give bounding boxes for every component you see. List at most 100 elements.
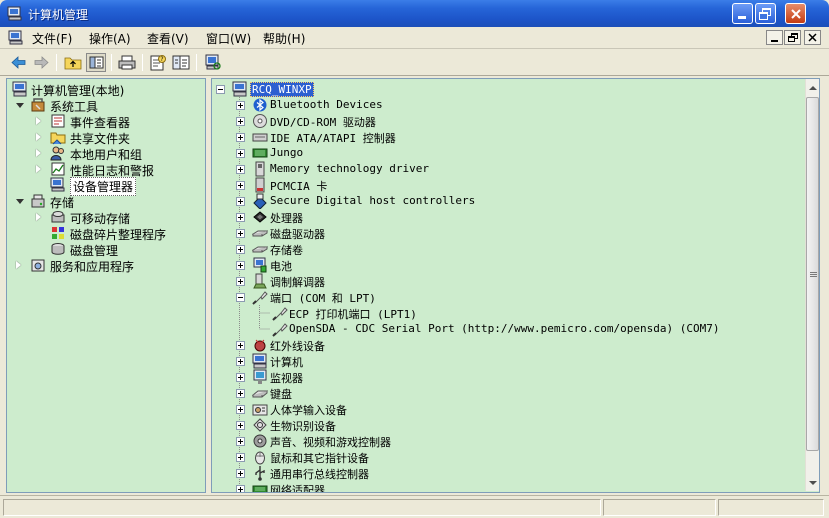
tree-node-dvd-cdrom-drives[interactable]: DVD/CD-ROM 驱动器 — [215, 113, 795, 129]
expand-arrow-icon[interactable] — [36, 213, 41, 221]
mdi-minimize-button[interactable] — [766, 30, 783, 45]
tree-node-device-manager[interactable]: 设备管理器 — [10, 177, 200, 196]
toolbar-separator — [196, 54, 197, 71]
print-icon[interactable] — [117, 53, 137, 72]
minimize-button[interactable] — [732, 3, 753, 24]
tree-node-storage[interactable]: 存储 — [10, 193, 200, 210]
tree-node-shared-folders[interactable]: 共享文件夹 — [10, 129, 200, 146]
menu-window[interactable]: 窗口(W) — [206, 30, 251, 47]
network-adapter-icon — [252, 485, 268, 492]
help-pane-icon[interactable] — [171, 53, 191, 72]
collapse-arrow-icon[interactable] — [16, 103, 24, 108]
tree-node-human-interface-devices[interactable]: 人体学输入设备 — [215, 401, 795, 417]
mdi-close-button[interactable] — [804, 30, 821, 45]
expand-arrow-icon[interactable] — [36, 133, 41, 141]
expand-box-icon[interactable] — [236, 485, 245, 492]
device-tree-pane[interactable]: RCQ_WINXP Bluetooth Devices DVD/CD-ROM 驱动… — [211, 78, 820, 493]
expand-box-icon[interactable] — [236, 181, 245, 190]
collapse-box-icon[interactable] — [236, 293, 245, 302]
tree-node-monitors[interactable]: 监视器 — [215, 369, 795, 385]
expand-box-icon[interactable] — [236, 245, 245, 254]
scan-hardware-icon[interactable] — [203, 53, 223, 72]
expand-box-icon[interactable] — [236, 101, 245, 110]
properties-icon[interactable]: ? — [148, 53, 168, 72]
tree-node-ecp-printer-port[interactable]: ECP 打印机端口 (LPT1) — [215, 305, 795, 321]
expand-box-icon[interactable] — [236, 213, 245, 222]
expand-box-icon[interactable] — [236, 229, 245, 238]
tree-node-mice-pointing-devices[interactable]: 鼠标和其它指针设备 — [215, 449, 795, 465]
menu-file[interactable]: 文件(F) — [32, 30, 72, 47]
expand-arrow-icon[interactable] — [36, 165, 41, 173]
tree-node-performance-logs[interactable]: 性能日志和警报 — [10, 161, 200, 178]
expand-box-icon[interactable] — [236, 373, 245, 382]
scroll-down-arrow-icon[interactable] — [806, 476, 820, 490]
expand-box-icon[interactable] — [236, 357, 245, 366]
expand-arrow-icon[interactable] — [36, 149, 41, 157]
back-arrow-icon[interactable] — [9, 53, 29, 72]
tree-node-network-adapters[interactable]: 网络适配器 — [215, 481, 795, 492]
expand-box-icon[interactable] — [236, 453, 245, 462]
services-applications-icon — [31, 259, 45, 272]
tree-node-sound-video-game-controllers[interactable]: 声音、视频和游戏控制器 — [215, 433, 795, 449]
up-one-level-icon[interactable] — [63, 53, 83, 72]
tree-node-usb-controllers[interactable]: 通用串行总线控制器 — [215, 465, 795, 481]
tree-node-processors[interactable]: 处理器 — [215, 209, 795, 225]
tree-node-biometric-devices[interactable]: 生物识别设备 — [215, 417, 795, 433]
close-button[interactable] — [785, 3, 806, 24]
tree-node-removable-storage[interactable]: 可移动存储 — [10, 209, 200, 226]
tree-node-memory-technology-driver[interactable]: Memory technology driver — [215, 161, 795, 177]
vertical-scrollbar[interactable] — [805, 79, 819, 491]
collapse-box-icon[interactable] — [216, 85, 225, 94]
tree-node-pcmcia-card[interactable]: PCMCIA 卡 — [215, 177, 795, 193]
tree-node-ports[interactable]: 端口 (COM 和 LPT) — [215, 289, 795, 305]
expand-box-icon[interactable] — [236, 341, 245, 350]
expand-box-icon[interactable] — [236, 405, 245, 414]
show-hide-tree-button[interactable] — [86, 53, 106, 72]
expand-box-icon[interactable] — [236, 389, 245, 398]
tree-node-computer-root[interactable]: RCQ_WINXP — [215, 81, 775, 97]
scrollbar-thumb[interactable] — [806, 97, 819, 451]
forward-arrow-icon[interactable] — [31, 53, 51, 72]
tree-node-ide-controllers[interactable]: IDE ATA/ATAPI 控制器 — [215, 129, 795, 145]
tree-node-storage-volumes[interactable]: 存储卷 — [215, 241, 795, 257]
tree-node-services-applications[interactable]: 服务和应用程序 — [10, 257, 200, 274]
menu-help[interactable]: 帮助(H) — [263, 30, 305, 47]
tree-node-disk-management[interactable]: 磁盘管理 — [10, 241, 200, 258]
tree-node-jungo[interactable]: Jungo — [215, 145, 795, 161]
mdi-restore-button[interactable] — [784, 30, 801, 45]
tree-node-computer[interactable]: 计算机 — [215, 353, 795, 369]
scroll-up-arrow-icon[interactable] — [806, 81, 820, 95]
console-tree-pane[interactable]: 计算机管理(本地) 系统工具 事件查看器 共享文件夹 本地用户和组 性能日志和警… — [6, 78, 206, 493]
tree-node-label: Jungo — [270, 146, 304, 159]
expand-box-icon[interactable] — [236, 197, 245, 206]
expand-box-icon[interactable] — [236, 149, 245, 158]
expand-box-icon[interactable] — [236, 421, 245, 430]
expand-box-icon[interactable] — [236, 437, 245, 446]
expand-box-icon[interactable] — [236, 261, 245, 270]
collapse-arrow-icon[interactable] — [16, 199, 24, 204]
expand-box-icon[interactable] — [236, 165, 245, 174]
expand-box-icon[interactable] — [236, 277, 245, 286]
expand-arrow-icon[interactable] — [36, 117, 41, 125]
tree-node-bluetooth-devices[interactable]: Bluetooth Devices — [215, 97, 795, 113]
tree-node-infrared-devices[interactable]: 红外线设备 — [215, 337, 795, 353]
tree-node-system-tools[interactable]: 系统工具 — [10, 97, 200, 114]
tree-node-keyboards[interactable]: 键盘 — [215, 385, 795, 401]
expand-box-icon[interactable] — [236, 469, 245, 478]
tree-node-batteries[interactable]: 电池 — [215, 257, 795, 273]
expand-box-icon[interactable] — [236, 133, 245, 142]
tree-node-local-users-groups[interactable]: 本地用户和组 — [10, 145, 200, 162]
tree-node-opensda-serial-port[interactable]: OpenSDA - CDC Serial Port (http://www.pe… — [215, 321, 795, 337]
document-window-icon[interactable] — [8, 30, 24, 45]
tree-node-event-viewer[interactable]: 事件查看器 — [10, 113, 200, 130]
tree-node-sd-host-controllers[interactable]: Secure Digital host controllers — [215, 193, 795, 209]
tree-node-disk-drives[interactable]: 磁盘驱动器 — [215, 225, 795, 241]
expand-box-icon[interactable] — [236, 117, 245, 126]
restore-button[interactable] — [755, 3, 776, 24]
menu-view[interactable]: 查看(V) — [147, 30, 189, 47]
menu-action[interactable]: 操作(A) — [89, 30, 131, 47]
tree-node-computer-management[interactable]: 计算机管理(本地) — [10, 81, 200, 98]
tree-node-modems[interactable]: 调制解调器 — [215, 273, 795, 289]
tree-node-disk-defragmenter[interactable]: 磁盘碎片整理程序 — [10, 225, 200, 242]
expand-arrow-icon[interactable] — [16, 261, 21, 269]
